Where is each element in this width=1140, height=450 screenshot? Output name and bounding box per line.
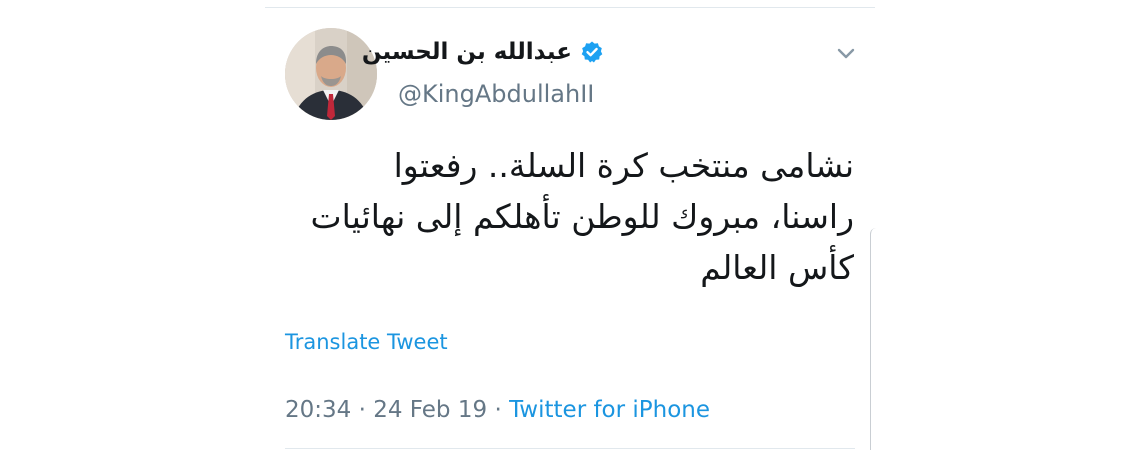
verified-badge-icon	[581, 41, 603, 63]
tweet-source-link[interactable]: Twitter for iPhone	[509, 397, 710, 423]
bottom-divider	[285, 448, 855, 449]
meta-separator: ·	[494, 397, 502, 423]
tweet-metadata: 20:34 · 24 Feb 19 · Twitter for iPhone	[285, 397, 710, 423]
display-name-row: عبدالله بن الحسين	[362, 36, 604, 68]
card-edge	[870, 228, 876, 450]
display-name[interactable]: عبدالله بن الحسين	[362, 39, 572, 65]
tweet-date[interactable]: 24 Feb 19	[373, 397, 487, 423]
tweet-text: نشامى منتخب كرة السلة.. رفعتوا راسنا، مب…	[310, 140, 854, 293]
chevron-down-icon[interactable]	[835, 42, 857, 64]
user-handle[interactable]: @KingAbdullahII	[398, 80, 594, 108]
tweet-time[interactable]: 20:34	[285, 397, 351, 423]
translate-tweet-link[interactable]: Translate Tweet	[285, 330, 448, 354]
tweet-card: عبدالله بن الحسين @KingAbdullahII نشامى …	[0, 0, 1140, 450]
tweet-text-line: نشامى منتخب كرة السلة.. رفعتوا	[393, 146, 854, 185]
tweet-text-line: كأس العالم	[700, 248, 854, 287]
tweet-text-line: راسنا، مبروك للوطن تأهلكم إلى نهائيات	[310, 197, 854, 236]
top-divider	[265, 7, 875, 8]
meta-separator: ·	[358, 397, 366, 423]
